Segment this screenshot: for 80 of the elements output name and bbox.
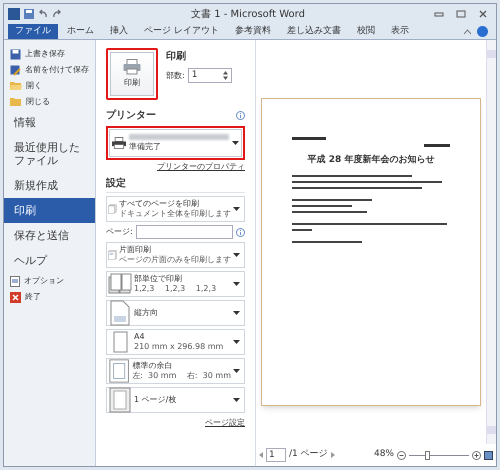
margins-page-icon: [108, 358, 130, 384]
printer-icon: [123, 59, 141, 75]
sidebar-command[interactable]: 終了: [4, 289, 95, 305]
ribbon-tab[interactable]: ホーム: [60, 24, 101, 39]
next-page-icon[interactable]: [330, 452, 335, 458]
info-icon: [236, 228, 245, 236]
copies-spinner[interactable]: 1: [188, 68, 232, 83]
settings-dropdown[interactable]: 1 ページ/枚: [106, 387, 245, 413]
text-lines-drawing: [292, 137, 326, 140]
sidebar-tab[interactable]: ヘルプ: [4, 248, 95, 273]
redo-icon[interactable]: [52, 9, 62, 19]
sidebar-command[interactable]: 開く: [4, 78, 95, 94]
sidebar-command[interactable]: 名前を付けて保存: [4, 62, 95, 78]
collapse-ribbon-icon[interactable]: [464, 29, 471, 35]
info-icon: [236, 111, 245, 120]
sidebar-tab[interactable]: 保存と送信: [4, 223, 95, 248]
settings-dropdown[interactable]: A4 210 mm x 296.98 mm: [106, 329, 245, 355]
pages-field[interactable]: [136, 225, 233, 239]
settings-heading: 設定: [106, 176, 245, 193]
open-folder-icon: [10, 81, 22, 91]
printer-icon: [112, 136, 126, 150]
printer-properties-link[interactable]: プリンターのプロパティ: [157, 161, 245, 173]
ribbon-tab[interactable]: 差し込み文書: [280, 24, 348, 39]
ribbon-tab[interactable]: 参考資料: [228, 24, 278, 39]
dropdown-arrow-icon: [233, 398, 240, 402]
settings-dropdown[interactable]: 片面印刷 ページの片面のみを印刷します: [106, 242, 245, 268]
zoom-in-icon[interactable]: [472, 450, 481, 460]
printer-dropdown[interactable]: 準備完了: [109, 129, 242, 157]
dropdown-arrow-icon: [233, 368, 240, 374]
close-icon[interactable]: [478, 9, 488, 19]
print-button[interactable]: 印刷: [110, 52, 154, 96]
zoom-percent: 48%: [374, 448, 394, 462]
ribbon-tab[interactable]: 挿入: [103, 24, 135, 39]
ribbon-tab[interactable]: ファイル: [8, 24, 58, 39]
maximize-icon[interactable]: [456, 9, 466, 19]
settings-dropdown[interactable]: 部単位で印刷 1,2,3 1,2,3 1,2,3: [106, 271, 245, 297]
page-per-sheet-icon: [108, 387, 132, 413]
sidebar-command[interactable]: 閉じる: [4, 94, 95, 110]
portrait-page-icon: [108, 300, 132, 326]
help-icon[interactable]: [477, 26, 488, 37]
page-total: /1 ページ: [289, 448, 328, 462]
page-number-field[interactable]: 1: [266, 448, 286, 462]
document-title: 平成 28 年度新年会のお知らせ: [308, 154, 434, 167]
sidebar-tab[interactable]: 新規作成: [4, 173, 95, 198]
document-icon: [10, 276, 20, 286]
sidebar-command[interactable]: 上書き保存: [4, 46, 95, 62]
ribbon-tab[interactable]: 表示: [384, 24, 416, 39]
sidebar-tab[interactable]: 最近使用したファイル: [4, 135, 95, 173]
fit-page-icon[interactable]: [484, 450, 493, 460]
pages-label: ページ:: [106, 226, 133, 238]
ribbon-tab[interactable]: 校閲: [350, 24, 382, 39]
previous-page-icon[interactable]: [259, 452, 263, 458]
dropdown-arrow-icon: [233, 282, 240, 286]
ribbon-tab[interactable]: ページ レイアウト: [137, 24, 226, 39]
settings-dropdown[interactable]: 標準の余白 左: 30 mm 右: 30 mm: [106, 358, 245, 384]
settings-dropdown[interactable]: 縦方向: [106, 300, 245, 326]
close-icon: [10, 292, 21, 302]
spin-arrows-icon[interactable]: [222, 71, 228, 80]
print-heading: 印刷: [166, 50, 187, 64]
dropdown-arrow-icon: [233, 206, 240, 212]
floppy-pencil-icon: [10, 64, 21, 76]
printer-heading: プリンター: [106, 108, 156, 123]
zoom-slider-thumb[interactable]: [425, 450, 430, 460]
copies-label: 部数:: [166, 70, 185, 82]
page-setup-link[interactable]: ページ設定: [205, 417, 245, 429]
sidebar-tab[interactable]: 印刷: [4, 198, 95, 223]
settings-dropdown[interactable]: すべてのページを印刷 ドキュメント全体を印刷します: [106, 196, 245, 222]
text-lines-drawing: [424, 144, 450, 147]
zoom-out-icon[interactable]: [397, 450, 406, 460]
zoom-slider[interactable]: [409, 450, 469, 460]
dropdown-arrow-icon: [233, 340, 240, 344]
dropdown-arrow-icon: [233, 310, 240, 316]
sidebar-command[interactable]: オプション: [4, 273, 95, 289]
sidebar-tab[interactable]: 情報: [4, 110, 95, 135]
dropdown-arrow-icon: [233, 252, 240, 258]
window-title: 文書 1 - Microsoft Word: [190, 8, 306, 22]
dropdown-arrow-icon: [232, 140, 239, 146]
folder-icon: [10, 97, 22, 107]
printer-status: 準備完了: [129, 142, 162, 152]
undo-icon[interactable]: [38, 9, 48, 19]
